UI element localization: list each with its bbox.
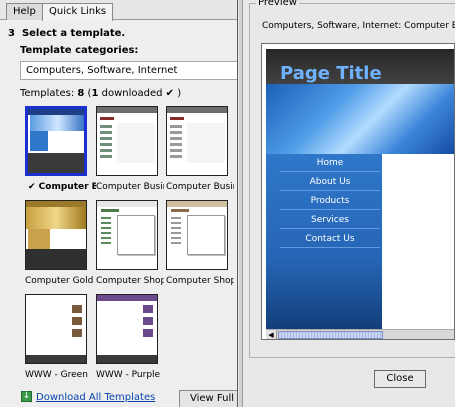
step-number: 3 — [8, 28, 15, 39]
template-caption-computer-shop-2: Computer Shop - — [166, 276, 234, 286]
template-thumb-computer-shop-2[interactable] — [166, 200, 228, 270]
dialog-border — [239, 0, 243, 407]
template-caption-www-green: WWW - Green — [25, 370, 88, 380]
site-nav-services[interactable]: Services — [280, 211, 380, 229]
templates-count-prefix: Templates: — [20, 88, 78, 99]
site-content-area — [382, 154, 454, 329]
screen: Help Quick Links 3 Select a template. Te… — [0, 0, 455, 407]
template-caption-computer-shop-1: Computer Shop - — [96, 276, 164, 286]
template-category-select[interactable]: Computers, Software, Internet — [20, 61, 240, 80]
close-button[interactable]: Close — [374, 370, 426, 388]
site-page-title: Page Title — [280, 63, 382, 84]
tab-bar: Help Quick Links — [0, 0, 240, 21]
preview-legend: Preview — [256, 0, 299, 8]
template-thumb-computer-business-1[interactable] — [96, 106, 158, 176]
templates-count-close: ) — [174, 88, 182, 99]
template-thumb-computer-business-2[interactable] — [166, 106, 228, 176]
site-banner-image — [266, 84, 454, 154]
site-nav-about-us[interactable]: About Us — [280, 173, 380, 191]
site-nav-contact-us[interactable]: Contact Us — [280, 230, 380, 248]
template-thumb-computer-shop-1[interactable] — [96, 200, 158, 270]
download-icon: ↓ — [21, 391, 32, 402]
downloaded-label: downloaded — [98, 88, 163, 99]
preview-frame: Page Title Home About Us Products Servic… — [261, 43, 455, 340]
template-caption-computer-blue: ✔ Computer Bl — [28, 182, 96, 192]
template-selection-panel: Help Quick Links 3 Select a template. Te… — [0, 0, 240, 407]
template-caption-computer-gold: Computer Gold - ( — [25, 276, 93, 286]
template-caption-computer-business-1: Computer Busines — [96, 182, 164, 192]
template-thumb-computer-blue[interactable] — [25, 106, 87, 176]
tab-quick-links[interactable]: Quick Links — [42, 3, 114, 21]
scroll-left-icon[interactable]: ◀ — [266, 330, 277, 339]
template-caption-www-purple: WWW - Purple — [96, 370, 161, 380]
template-thumb-www-purple[interactable] — [96, 294, 158, 364]
site-sidebar-nav: Home About Us Products Services Contact … — [266, 154, 382, 329]
site-nav-products[interactable]: Products — [280, 192, 380, 210]
tab-help[interactable]: Help — [6, 3, 43, 20]
view-full-size-button[interactable]: View Full S — [179, 390, 239, 407]
step-heading: 3 Select a template. — [8, 28, 125, 39]
step-title: Select a template. — [21, 28, 126, 39]
templates-count: Templates: 8 (1 downloaded ✔ ) — [20, 88, 181, 99]
check-icon: ✔ — [165, 88, 175, 99]
download-all-templates-link[interactable]: Download All Templates — [36, 392, 155, 403]
template-thumb-computer-gold[interactable] — [25, 200, 87, 270]
scrollbar-thumb[interactable] — [278, 331, 383, 339]
template-categories-label: Template categories: — [20, 45, 139, 56]
horizontal-scrollbar[interactable]: ◀ — [266, 329, 454, 339]
preview-caption: Computers, Software, Internet: Computer … — [262, 21, 455, 31]
template-caption-computer-business-2: Computer Busines — [166, 182, 234, 192]
site-nav-home[interactable]: Home — [280, 154, 380, 172]
template-thumb-www-green[interactable] — [25, 294, 87, 364]
